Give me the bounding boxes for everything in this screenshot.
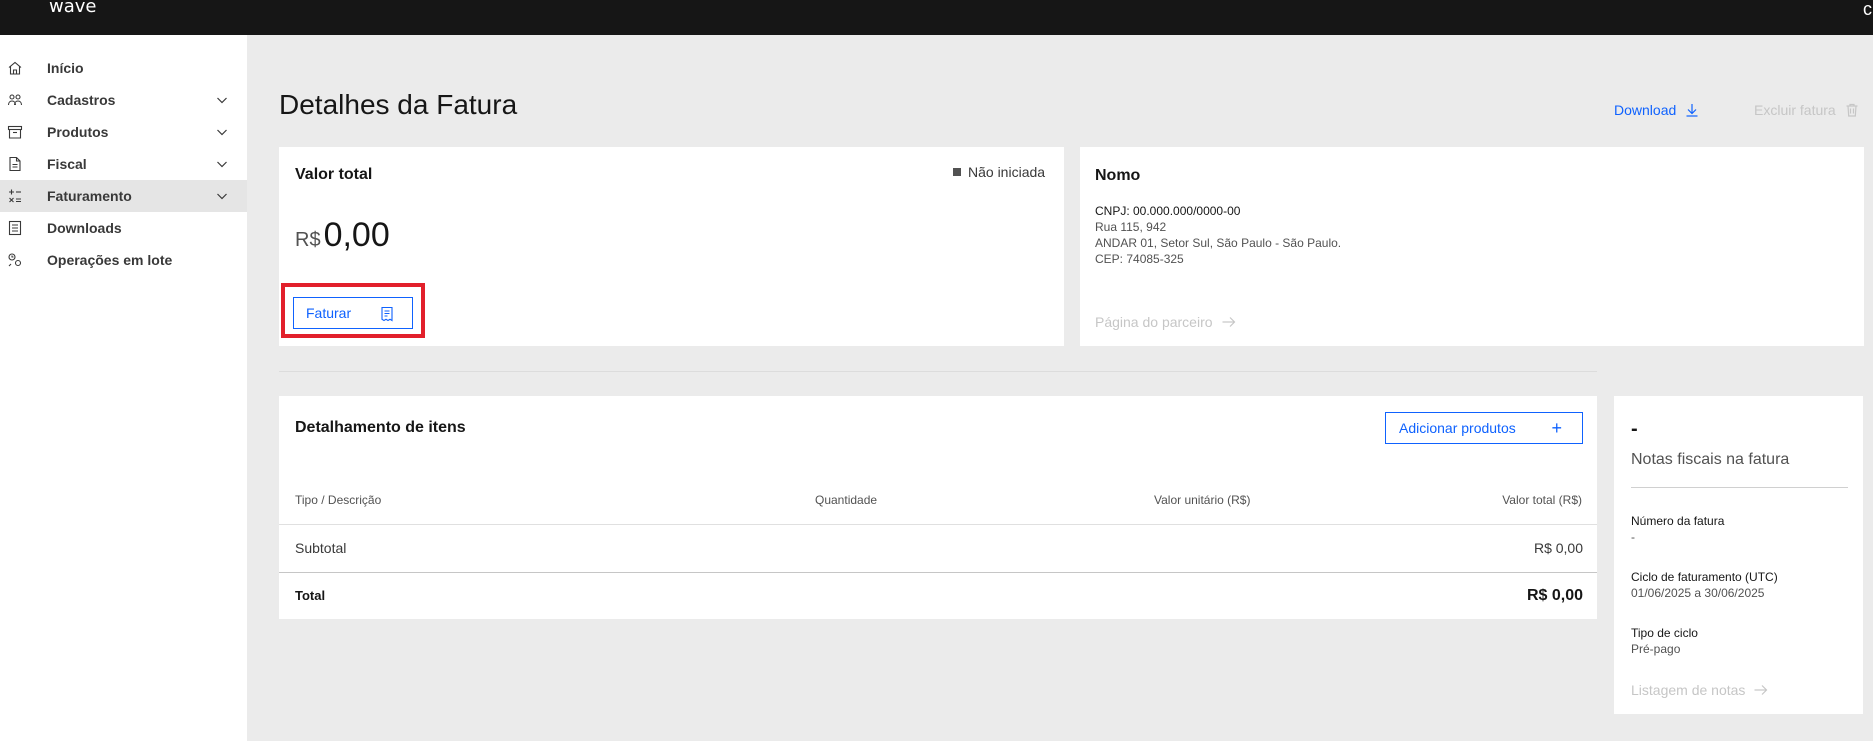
- download-icon: [1686, 104, 1698, 117]
- total-amount: R$ 0,00: [295, 216, 390, 255]
- status-text: Não iniciada: [968, 164, 1046, 180]
- items-card-title: Detalhamento de itens: [295, 419, 466, 436]
- total-value: 0,00: [323, 216, 390, 254]
- partner-name: Nomo: [1095, 167, 1141, 184]
- sidebar-item-faturamento[interactable]: Faturamento: [0, 180, 247, 212]
- calculator-icon: [9, 189, 21, 203]
- partner-page-link[interactable]: Página do parceiro: [1095, 314, 1237, 330]
- status-badge: Não iniciada: [953, 164, 1045, 180]
- sidebar-item-fiscal[interactable]: Fiscal: [0, 148, 247, 180]
- table-row-divider: [279, 524, 1597, 525]
- chevron-down-icon: [217, 97, 227, 104]
- add-products-label: Adicionar produtos: [1399, 420, 1516, 436]
- partner-address-line1: Rua 115, 942: [1095, 220, 1167, 234]
- total-currency: R$: [295, 229, 321, 251]
- cycle-type-value: Pré-pago: [1631, 642, 1681, 656]
- notes-count: -: [1631, 418, 1638, 440]
- sidebar-item-label: Cadastros: [47, 92, 116, 108]
- sidebar-item-cadastros[interactable]: Cadastros: [0, 84, 247, 116]
- sidebar-item-label: Operações em lote: [47, 252, 173, 268]
- notes-list-link[interactable]: Listagem de notas: [1631, 682, 1769, 698]
- invoice-number-label: Número da fatura: [1631, 514, 1725, 528]
- sidebar: Início Cadastros Produtos Fiscal Faturam…: [0, 35, 247, 741]
- sidebar-item-label: Downloads: [47, 220, 122, 236]
- download-button[interactable]: Download: [1614, 102, 1700, 118]
- faturar-button[interactable]: Faturar: [293, 297, 413, 329]
- add-products-button[interactable]: Adicionar produtos +: [1385, 412, 1583, 444]
- sidebar-item-downloads[interactable]: Downloads: [0, 212, 247, 244]
- column-header-tipo: Tipo / Descrição: [295, 493, 382, 507]
- sidebar-item-label: Faturamento: [47, 188, 132, 204]
- chevron-down-icon: [217, 129, 227, 136]
- download-label: Download: [1614, 102, 1677, 118]
- batch-operations-icon: [8, 253, 22, 267]
- sidebar-item-label: Início: [47, 60, 84, 76]
- side-card-divider: [1631, 487, 1848, 488]
- chevron-down-icon: [217, 193, 227, 200]
- partner-address-line2: ANDAR 01, Setor Sul, São Paulo - São Pau…: [1095, 236, 1342, 250]
- notes-list-label: Listagem de notas: [1631, 682, 1746, 698]
- cycle-type-label: Tipo de ciclo: [1631, 626, 1698, 640]
- total-card-title: Valor total: [295, 166, 373, 183]
- arrow-right-icon: [1754, 685, 1768, 695]
- sidebar-item-label: Fiscal: [47, 156, 87, 172]
- total-label: Total: [295, 588, 326, 603]
- invoice-notes-card: [1614, 396, 1863, 714]
- subtotal-value: R$ 0,00: [1533, 540, 1583, 556]
- download-box-icon: [8, 220, 22, 236]
- plus-icon: +: [1551, 418, 1562, 438]
- brand-logo[interactable]: wave: [49, 0, 96, 17]
- trash-icon: [1846, 103, 1858, 117]
- delete-label: Excluir fatura: [1754, 102, 1836, 118]
- billing-cycle-value: 01/06/2025 a 30/06/2025: [1631, 586, 1765, 600]
- page-title: Detalhes da Fatura: [279, 89, 518, 120]
- faturar-label: Faturar: [306, 305, 352, 321]
- arrow-right-icon: [1222, 317, 1235, 327]
- column-header-valor-total: Valor total (R$): [1502, 493, 1582, 507]
- sidebar-item-label: Produtos: [47, 124, 109, 140]
- total-row-value: R$ 0,00: [1526, 587, 1583, 604]
- status-indicator-icon: [953, 168, 961, 176]
- home-icon: [8, 61, 22, 75]
- delete-invoice-button[interactable]: Excluir fatura: [1754, 102, 1860, 118]
- table-row-divider: [279, 572, 1597, 573]
- invoice-number-value: -: [1631, 530, 1635, 544]
- partner-cnpj: CNPJ: 00.000.000/0000-00: [1095, 204, 1241, 218]
- receipt-icon: [381, 306, 393, 322]
- users-icon: [7, 94, 23, 106]
- archive-icon: [7, 125, 23, 139]
- sidebar-item-inicio[interactable]: Início: [0, 52, 247, 84]
- sidebar-item-produtos[interactable]: Produtos: [0, 116, 247, 148]
- column-header-valor-unitario: Valor unitário (R$): [1154, 493, 1251, 507]
- partner-cep: CEP: 74085-325: [1095, 252, 1184, 266]
- top-right-glyph[interactable]: c: [1863, 0, 1873, 20]
- sidebar-item-operacoes-em-lote[interactable]: Operações em lote: [0, 244, 247, 276]
- notes-subtitle: Notas fiscais na fatura: [1631, 451, 1790, 468]
- subtotal-label: Subtotal: [295, 540, 347, 556]
- billing-cycle-label: Ciclo de faturamento (UTC): [1631, 570, 1778, 584]
- column-header-quantidade: Quantidade: [815, 493, 878, 507]
- section-divider: [279, 371, 1597, 372]
- partner-page-label: Página do parceiro: [1095, 314, 1213, 330]
- document-icon: [9, 156, 21, 172]
- chevron-down-icon: [217, 161, 227, 168]
- top-bar: wave c: [0, 0, 1873, 35]
